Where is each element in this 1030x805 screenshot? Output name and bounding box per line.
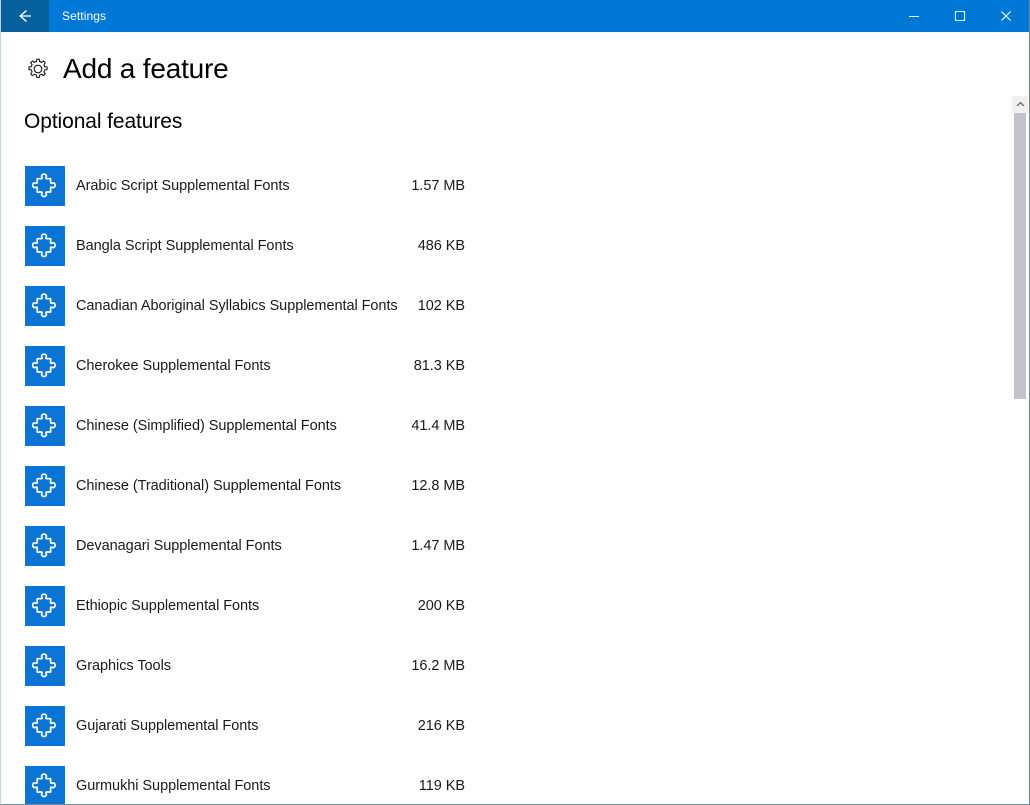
feature-size: 41.4 MB xyxy=(411,418,465,434)
puzzle-piece-icon xyxy=(25,346,65,386)
feature-row[interactable]: Cherokee Supplemental Fonts 81.3 KB xyxy=(25,336,465,396)
close-icon xyxy=(1000,10,1012,22)
close-button[interactable] xyxy=(983,0,1029,32)
scrollbar-thumb[interactable] xyxy=(1014,113,1026,399)
feature-row[interactable]: Gujarati Supplemental Fonts 216 KB xyxy=(25,696,465,756)
feature-name: Arabic Script Supplemental Fonts xyxy=(76,178,290,194)
minimize-icon xyxy=(908,10,920,22)
feature-name: Chinese (Traditional) Supplemental Fonts xyxy=(76,478,342,494)
puzzle-piece-icon xyxy=(25,166,65,206)
scrollbar-track[interactable] xyxy=(1012,113,1028,804)
feature-row[interactable]: Graphics Tools 16.2 MB xyxy=(25,636,465,696)
maximize-icon xyxy=(954,10,966,22)
feature-row[interactable]: Devanagari Supplemental Fonts 1.47 MB xyxy=(25,516,465,576)
puzzle-piece-icon xyxy=(25,526,65,566)
feature-name: Graphics Tools xyxy=(76,658,171,674)
feature-row[interactable]: Bangla Script Supplemental Fonts 486 KB xyxy=(25,216,465,276)
window-controls xyxy=(891,0,1029,32)
feature-name: Chinese (Simplified) Supplemental Fonts xyxy=(76,418,337,434)
gear-icon xyxy=(23,54,53,84)
puzzle-piece-icon xyxy=(25,406,65,446)
feature-size: 200 KB xyxy=(417,598,465,614)
puzzle-piece-icon xyxy=(25,586,65,626)
scroll-up-button[interactable] xyxy=(1012,96,1028,113)
feature-size: 16.2 MB xyxy=(411,658,465,674)
feature-row[interactable]: Chinese (Simplified) Supplemental Fonts 4… xyxy=(25,396,465,456)
optional-features-list: Arabic Script Supplemental Fonts 1.57 MB B… xyxy=(1,156,1029,804)
minimize-button[interactable] xyxy=(891,0,937,32)
feature-name: Devanagari Supplemental Fonts xyxy=(76,538,282,554)
back-arrow-icon xyxy=(15,6,35,26)
feature-size: 12.8 MB xyxy=(411,478,465,494)
section-title: Optional features xyxy=(24,110,183,133)
feature-size: 1.57 MB xyxy=(411,178,465,194)
vertical-scrollbar[interactable] xyxy=(1012,96,1028,804)
chevron-up-icon xyxy=(1016,101,1025,108)
back-button[interactable] xyxy=(1,0,49,32)
feature-name: Gurmukhi Supplemental Fonts xyxy=(76,778,271,794)
page-header: Add a feature xyxy=(1,32,1029,84)
feature-size: 119 KB xyxy=(418,778,465,794)
page-title: Add a feature xyxy=(63,53,229,84)
title-bar: Settings xyxy=(1,0,1029,32)
puzzle-piece-icon xyxy=(25,646,65,686)
maximize-button[interactable] xyxy=(937,0,983,32)
puzzle-piece-icon xyxy=(25,466,65,506)
feature-name: Canadian Aboriginal Syllabics Supplement… xyxy=(76,298,398,314)
feature-row[interactable]: Gurmukhi Supplemental Fonts 119 KB xyxy=(25,756,465,804)
puzzle-piece-icon xyxy=(25,766,65,804)
settings-window: Settings Add a feature Optional features… xyxy=(0,0,1030,805)
feature-size: 486 KB xyxy=(417,238,465,254)
titlebar-drag-area xyxy=(106,0,891,32)
feature-size: 102 KB xyxy=(417,298,465,314)
feature-name: Ethiopic Supplemental Fonts xyxy=(76,598,260,614)
window-title: Settings xyxy=(62,9,107,23)
puzzle-piece-icon xyxy=(25,706,65,746)
puzzle-piece-icon xyxy=(25,286,65,326)
puzzle-piece-icon xyxy=(25,226,65,266)
feature-size: 81.3 KB xyxy=(413,358,465,374)
feature-size: 1.47 MB xyxy=(411,538,465,554)
feature-row[interactable]: Ethiopic Supplemental Fonts 200 KB xyxy=(25,576,465,636)
feature-name: Bangla Script Supplemental Fonts xyxy=(76,238,294,254)
page-content: Add a feature Optional features Arabic S… xyxy=(1,32,1029,804)
feature-name: Cherokee Supplemental Fonts xyxy=(76,358,271,374)
feature-row[interactable]: Arabic Script Supplemental Fonts 1.57 MB xyxy=(25,156,465,216)
feature-size: 216 KB xyxy=(417,718,465,734)
feature-row[interactable]: Canadian Aboriginal Syllabics Supplement… xyxy=(25,276,465,336)
feature-name: Gujarati Supplemental Fonts xyxy=(76,718,259,734)
feature-row[interactable]: Chinese (Traditional) Supplemental Fonts… xyxy=(25,456,465,516)
